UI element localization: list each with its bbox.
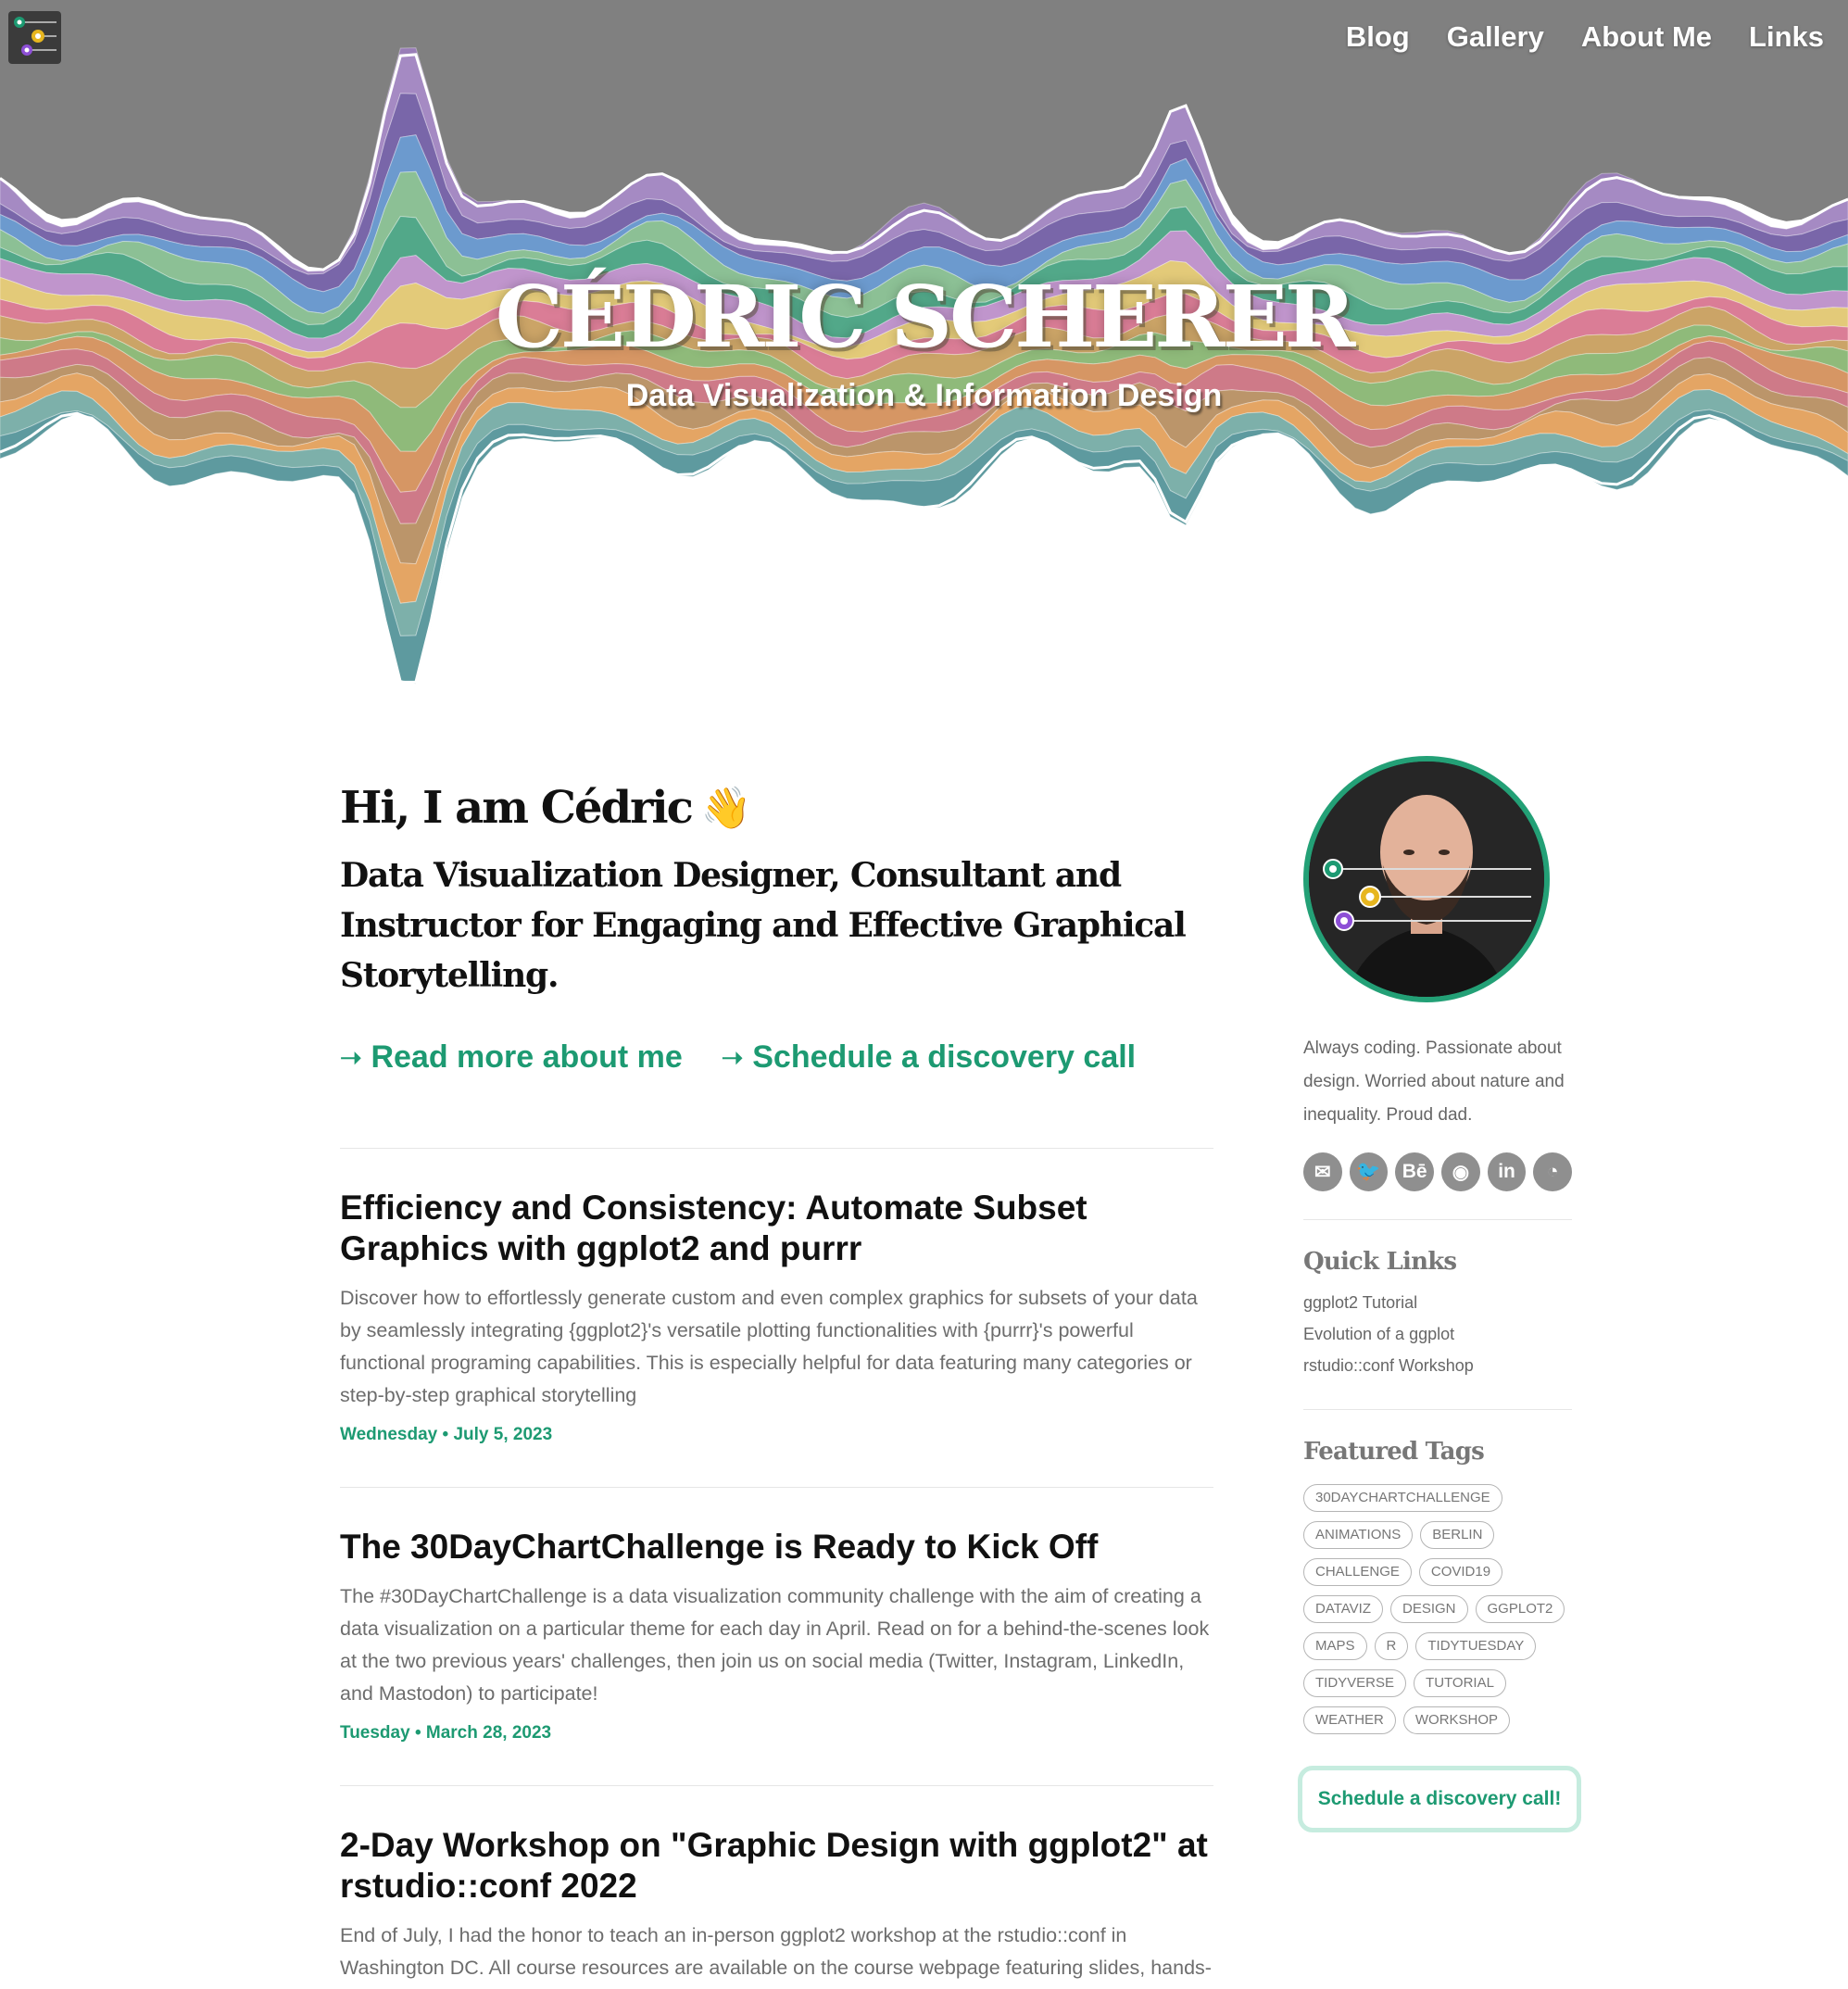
tag-design[interactable]: DESIGN <box>1390 1595 1468 1623</box>
quick-links-heading: Quick Links <box>1303 1248 1457 1276</box>
quick-link-rstudio-conf-workshop[interactable]: rstudio::conf Workshop <box>1303 1350 1572 1381</box>
post-title[interactable]: Efficiency and Consistency: Automate Sub… <box>340 1188 1213 1269</box>
tag-30daychartchallenge[interactable]: 30DAYCHARTCHALLENGE <box>1303 1484 1502 1512</box>
arrow-right-icon: ➝ <box>340 1043 362 1072</box>
tag-dataviz[interactable]: DATAVIZ <box>1303 1595 1383 1623</box>
nav-gallery[interactable]: Gallery <box>1441 20 1550 54</box>
tag-weather[interactable]: WEATHER <box>1303 1706 1396 1734</box>
post-title[interactable]: The 30DayChartChallenge is Ready to Kick… <box>340 1527 1213 1567</box>
post-title[interactable]: 2-Day Workshop on "Graphic Design with g… <box>340 1825 1213 1907</box>
main-nav: Blog Gallery About Me Links <box>1340 20 1829 54</box>
tag-tutorial[interactable]: TUTORIAL <box>1414 1669 1506 1697</box>
tag-maps[interactable]: MAPS <box>1303 1632 1367 1660</box>
schedule-discovery-call-button[interactable]: Schedule a discovery call! <box>1298 1766 1581 1832</box>
tag-berlin[interactable]: BERLIN <box>1420 1521 1495 1549</box>
tag-covid19[interactable]: COVID19 <box>1418 1558 1503 1586</box>
author-bio: Always coding. Passionate about design. … <box>1303 1039 1565 1125</box>
nav-about-me[interactable]: About Me <box>1576 20 1717 54</box>
read-more-label: Read more about me <box>371 1039 683 1075</box>
quick-link-evolution-of-a-ggplot[interactable]: Evolution of a ggplot <box>1303 1318 1572 1350</box>
logo-icon <box>14 17 57 56</box>
sidebar-divider <box>1303 1219 1572 1220</box>
streamgraph-banner-image <box>0 0 1848 741</box>
intro-greeting: Hi, I am Cédric 👋 <box>340 769 1213 847</box>
hero-title: CÉDRIC SCHERER <box>495 267 1356 367</box>
main-content: Hi, I am Cédric 👋 Data Visualization Des… <box>340 769 1213 1989</box>
sidebar: Always coding. Passionate about design. … <box>1298 756 1581 1832</box>
post-date: Tuesday • March 28, 2023 <box>340 1723 552 1743</box>
twitter-icon[interactable]: 🐦 <box>1349 1152 1389 1191</box>
github-icon[interactable]: ◉ <box>1441 1152 1480 1191</box>
post-preview[interactable]: 2-Day Workshop on "Graphic Design with g… <box>340 1786 1213 1989</box>
avatar <box>1303 756 1550 1002</box>
quick-link-ggplot2-tutorial[interactable]: ggplot2 Tutorial <box>1303 1287 1572 1318</box>
read-more-about-me-link[interactable]: ➝ Read more about me <box>340 1039 683 1076</box>
hero-banner: Blog Gallery About Me Links CÉDRIC SCHER… <box>0 0 1848 741</box>
featured-tags-list: 30DAYCHARTCHALLENGE ANIMATIONS BERLIN CH… <box>1303 1484 1572 1734</box>
quick-links-list: ggplot2 Tutorial Evolution of a ggplot r… <box>1303 1287 1572 1381</box>
tag-ggplot2[interactable]: GGPLOT2 <box>1475 1595 1565 1623</box>
intro-tagline: Data Visualization Designer, Consultant … <box>340 856 1187 995</box>
tag-r[interactable]: R <box>1374 1632 1409 1660</box>
featured-tags-heading: Featured Tags <box>1303 1438 1485 1466</box>
rss-icon[interactable]: ◔ <box>1533 1152 1573 1191</box>
profile-photo <box>1309 762 1544 997</box>
waving-hand-icon: 👋 <box>700 785 752 832</box>
post-description: The #30DayChartChallenge is a data visua… <box>340 1585 1210 1705</box>
greeting-text: Hi, I am Cédric <box>340 782 694 834</box>
linkedin-icon[interactable]: in <box>1487 1152 1527 1191</box>
nav-links[interactable]: Links <box>1743 20 1829 54</box>
hero-subtitle: Data Visualization & Information Design <box>625 378 1223 413</box>
post-description: Discover how to effortlessly generate cu… <box>340 1287 1198 1406</box>
sidebar-divider <box>1303 1409 1572 1410</box>
nav-blog[interactable]: Blog <box>1340 20 1415 54</box>
post-preview[interactable]: The 30DayChartChallenge is Ready to Kick… <box>340 1488 1213 1786</box>
schedule-discovery-call-link[interactable]: ➝ Schedule a discovery call <box>722 1039 1136 1076</box>
post-date: Wednesday • July 5, 2023 <box>340 1425 553 1444</box>
envelope-icon[interactable]: ✉ <box>1303 1152 1342 1191</box>
tag-challenge[interactable]: CHALLENGE <box>1303 1558 1412 1586</box>
schedule-label: Schedule a discovery call <box>752 1039 1137 1075</box>
post-description: End of July, I had the honor to teach an… <box>340 1924 1212 1979</box>
post-preview[interactable]: Efficiency and Consistency: Automate Sub… <box>340 1149 1213 1488</box>
tag-tidytuesday[interactable]: TIDYTUESDAY <box>1415 1632 1537 1660</box>
behance-icon[interactable]: Bē <box>1395 1152 1435 1191</box>
tag-workshop[interactable]: WORKSHOP <box>1402 1706 1511 1734</box>
tag-tidyverse[interactable]: TIDYVERSE <box>1303 1669 1407 1697</box>
intro-cta-row: ➝ Read more about me ➝ Schedule a discov… <box>340 1039 1213 1076</box>
site-logo[interactable] <box>8 11 61 64</box>
social-links: ✉ 🐦 Bē ◉ in ◔ <box>1303 1152 1573 1191</box>
arrow-right-icon: ➝ <box>721 1043 744 1072</box>
tag-animations[interactable]: ANIMATIONS <box>1303 1521 1414 1549</box>
